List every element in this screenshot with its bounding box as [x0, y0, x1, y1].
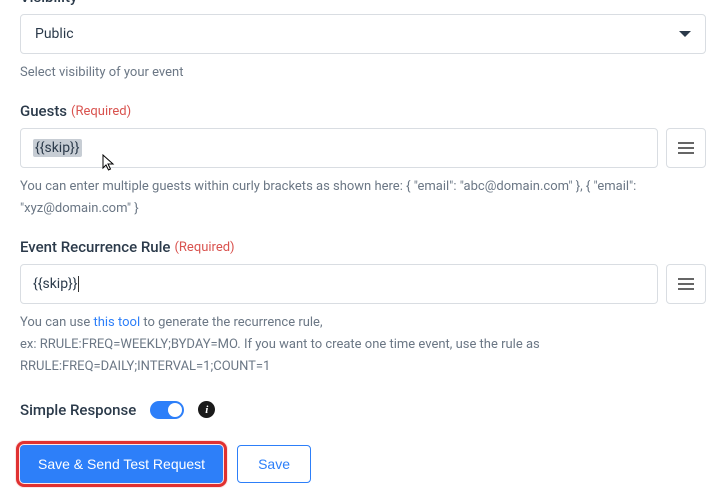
guests-label: Guests (Required)	[20, 102, 706, 120]
guests-helper: You can enter multiple guests within cur…	[20, 176, 706, 220]
visibility-label: Visibility	[20, 0, 706, 6]
toggle-knob	[168, 403, 182, 417]
save-button[interactable]: Save	[237, 445, 311, 483]
guests-menu-button[interactable]	[666, 128, 706, 168]
visibility-helper: Select visibility of your event	[20, 62, 706, 84]
hamburger-icon	[678, 278, 694, 290]
text-cursor	[78, 276, 79, 292]
required-tag: (Required)	[174, 240, 234, 255]
recurrence-input[interactable]: {{skip}}	[20, 264, 658, 304]
chevron-down-icon	[679, 31, 691, 37]
save-send-button[interactable]: Save & Send Test Request	[20, 445, 223, 483]
recurrence-menu-button[interactable]	[666, 264, 706, 304]
simple-response-toggle[interactable]	[150, 401, 184, 419]
recurrence-helper: You can use this tool to generate the re…	[20, 312, 706, 378]
recurrence-label: Event Recurrence Rule (Required)	[20, 238, 706, 256]
simple-response-label: Simple Response	[20, 401, 136, 419]
hamburger-icon	[678, 142, 694, 154]
recurrence-tool-link[interactable]: this tool	[93, 315, 140, 330]
visibility-select[interactable]: Public	[20, 14, 706, 54]
guests-value: {{skip}}	[33, 139, 82, 157]
recurrence-value: {{skip}}	[33, 276, 78, 292]
required-tag: (Required)	[71, 104, 131, 119]
info-icon[interactable]: i	[198, 401, 215, 418]
visibility-value: Public	[35, 26, 74, 42]
guests-input[interactable]: {{skip}}	[20, 128, 658, 168]
